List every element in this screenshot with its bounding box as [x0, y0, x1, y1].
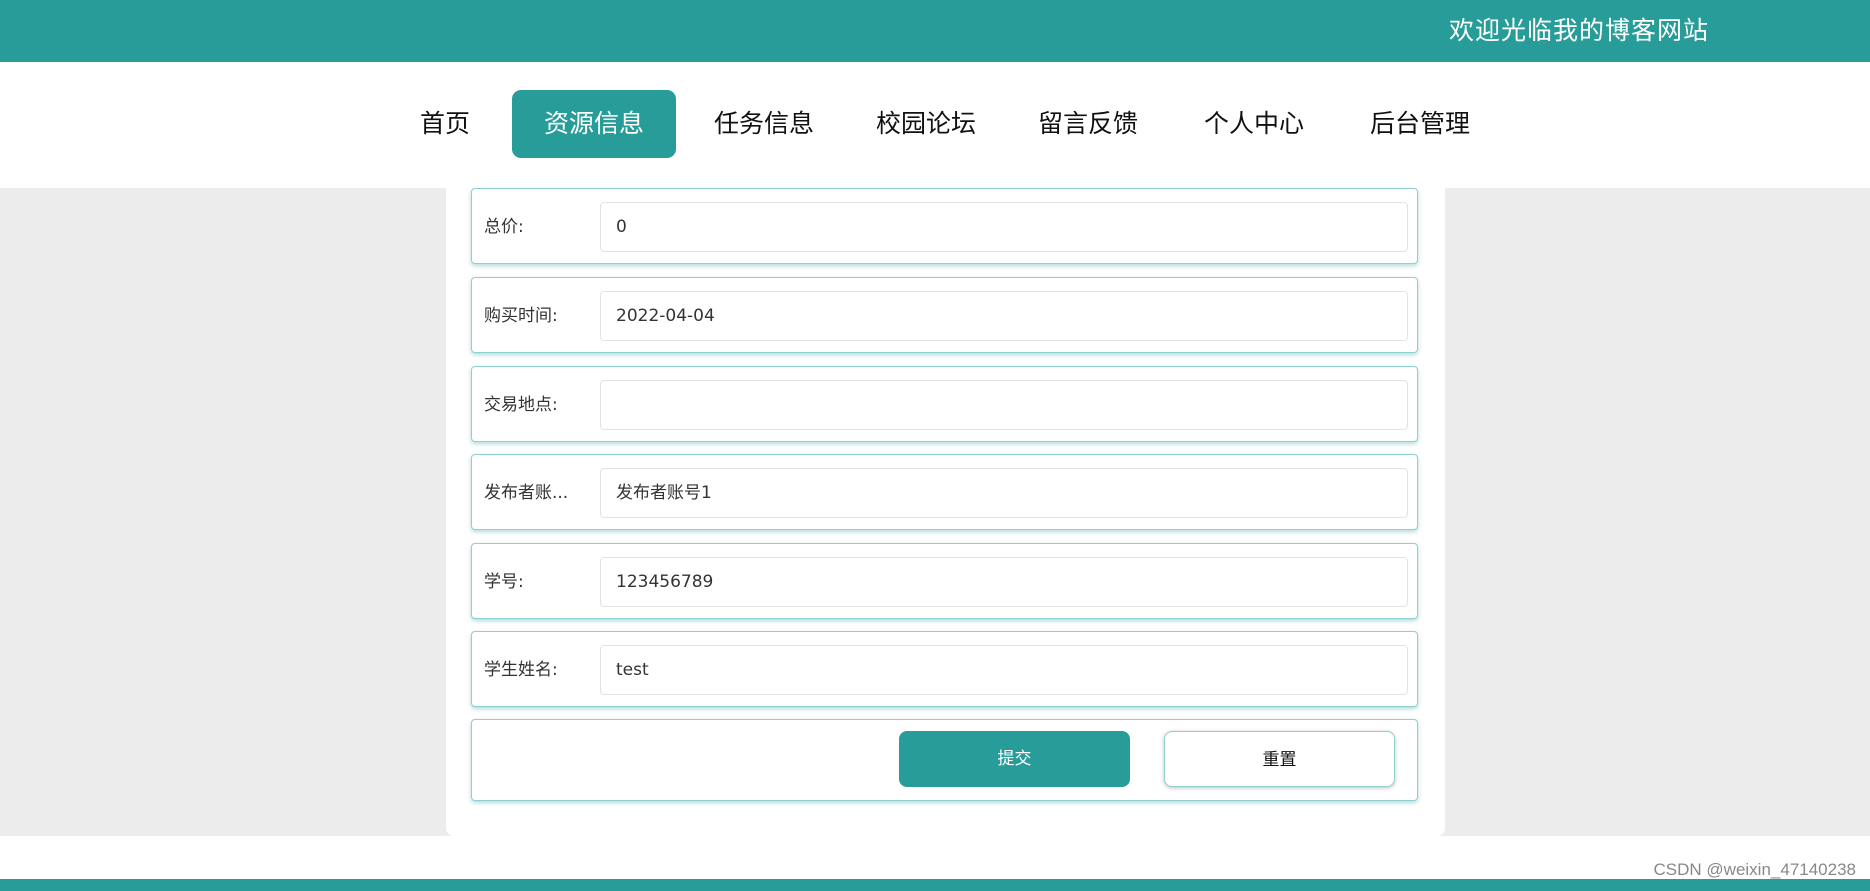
nav-feedback[interactable]: 留言反馈 [1022, 90, 1154, 158]
footer-area [0, 836, 1870, 879]
publisher-account-label: 发布者账... [484, 483, 569, 503]
csdn-watermark: CSDN @weixin_47140238 [1653, 860, 1856, 879]
trade-location-label: 交易地点: [484, 395, 558, 415]
site-welcome-title: 欢迎光临我的博客网站 [1448, 16, 1709, 45]
student-name-input[interactable]: test [600, 645, 1408, 695]
footer-bar [0, 879, 1870, 891]
form-row-trade-location: 交易地点: [471, 366, 1418, 442]
nav-resource-info[interactable]: 资源信息 [512, 90, 676, 158]
form-row-purchase-time: 购买时间: 2022-04-04 [471, 277, 1418, 353]
form-row-student-name: 学生姓名: test [471, 631, 1418, 707]
form-actions: 提交 重置 [471, 719, 1418, 801]
form-row-total-price: 总价: 0 [471, 188, 1418, 264]
purchase-time-label: 购买时间: [484, 306, 558, 326]
total-price-label: 总价: [484, 217, 524, 237]
main-navigation: 首页 资源信息 任务信息 校园论坛 留言反馈 个人中心 后台管理 [0, 62, 1870, 188]
submit-button[interactable]: 提交 [899, 731, 1130, 787]
publisher-account-input[interactable]: 发布者账号1 [600, 468, 1408, 518]
form-row-publisher-account: 发布者账... 发布者账号1 [471, 454, 1418, 530]
nav-admin[interactable]: 后台管理 [1354, 90, 1486, 158]
nav-home[interactable]: 首页 [400, 90, 490, 158]
student-id-label: 学号: [484, 572, 524, 592]
reset-button[interactable]: 重置 [1164, 731, 1395, 787]
student-id-input[interactable]: 123456789 [600, 557, 1408, 607]
student-name-label: 学生姓名: [484, 660, 558, 680]
form-row-student-id: 学号: 123456789 [471, 543, 1418, 619]
nav-personal-center[interactable]: 个人中心 [1188, 90, 1320, 158]
top-header-bar: 欢迎光临我的博客网站 [0, 0, 1870, 62]
total-price-input[interactable]: 0 [600, 202, 1408, 252]
nav-campus-forum[interactable]: 校园论坛 [860, 90, 992, 158]
trade-location-input[interactable] [600, 380, 1408, 430]
resource-form-panel: 总价: 0 购买时间: 2022-04-04 交易地点: 发布者账... 发布者… [446, 188, 1445, 836]
purchase-time-input[interactable]: 2022-04-04 [600, 291, 1408, 341]
nav-task-info[interactable]: 任务信息 [698, 90, 830, 158]
